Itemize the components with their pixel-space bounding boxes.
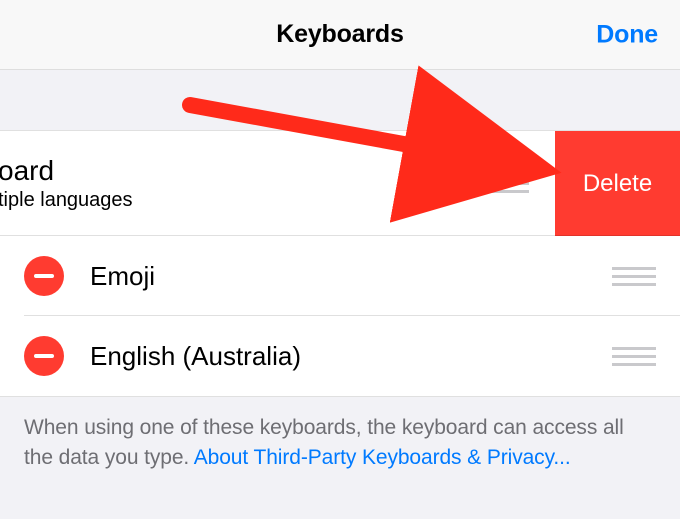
row-label: English (Australia)	[90, 341, 612, 372]
page-title: Keyboards	[276, 20, 403, 49]
done-button[interactable]: Done	[596, 20, 658, 49]
remove-icon[interactable]	[24, 256, 64, 296]
keyboard-list: oard tiple languages Delete Emoji Englis…	[0, 130, 680, 397]
nav-bar: Keyboards Done	[0, 0, 680, 70]
reorder-handle-icon[interactable]	[612, 347, 656, 366]
reorder-handle-icon[interactable]	[612, 267, 656, 286]
table-row-swiped[interactable]: oard tiple languages Delete	[0, 131, 680, 236]
table-row[interactable]: English (Australia)	[0, 316, 680, 396]
remove-icon[interactable]	[24, 336, 64, 376]
table-row[interactable]: Emoji	[0, 236, 680, 316]
row-content: oard tiple languages	[0, 155, 489, 212]
row-title: oard	[0, 155, 489, 187]
reorder-handle-icon[interactable]	[489, 174, 529, 193]
row-label: Emoji	[90, 261, 612, 292]
footer-note: When using one of these keyboards, the k…	[0, 397, 680, 490]
row-subtitle: tiple languages	[0, 189, 489, 212]
delete-button[interactable]: Delete	[555, 131, 680, 236]
privacy-link[interactable]: About Third-Party Keyboards & Privacy...	[194, 446, 571, 469]
section-gap	[0, 70, 680, 130]
